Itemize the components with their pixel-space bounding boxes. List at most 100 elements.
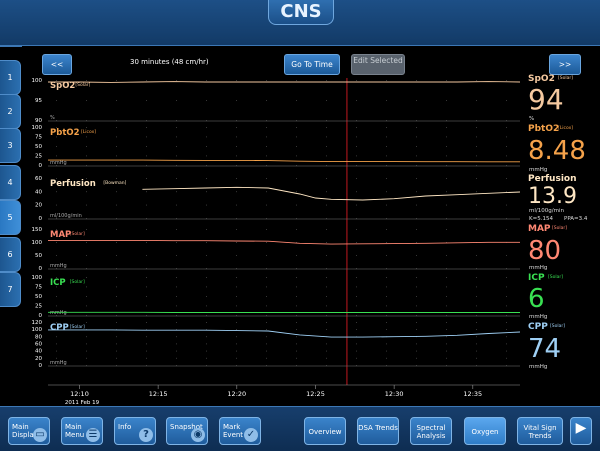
main-display-button[interactable]: Main Display ▭ <box>8 417 50 445</box>
grid-dot <box>116 336 117 337</box>
grid-dot <box>356 255 357 256</box>
grid-dot <box>386 315 387 316</box>
grid-dot <box>146 296 147 297</box>
pbto2-tag: [Licox] <box>558 126 573 131</box>
info-button[interactable]: Info ? <box>114 417 156 445</box>
grid-dot <box>386 100 387 101</box>
grid-dot <box>176 100 177 101</box>
series-tag: [Licox] <box>81 129 96 135</box>
grid-dot <box>56 296 57 297</box>
grid-dot <box>206 191 207 192</box>
grid-dot <box>116 127 117 128</box>
next-arrow-button[interactable]: ▶ <box>570 417 592 445</box>
grid-dot <box>446 156 447 157</box>
grid-dot <box>146 191 147 192</box>
grid-dot <box>146 287 147 288</box>
main-menu-button[interactable]: Main Menu ☰ <box>61 417 103 445</box>
icp-value: 6 <box>528 286 545 312</box>
grid-dot <box>266 191 267 192</box>
grid-dot <box>176 120 177 121</box>
grid-dot <box>326 358 327 359</box>
grid-dot <box>506 100 507 101</box>
grid-dot <box>56 351 57 352</box>
time-tick-label: 12:10 <box>70 390 89 398</box>
grid-dot <box>116 268 117 269</box>
grid-dot <box>326 255 327 256</box>
grid-dot <box>266 336 267 337</box>
grid-dot <box>326 365 327 366</box>
grid-dot <box>356 296 357 297</box>
grid-dot <box>446 277 447 278</box>
grid-dot <box>356 191 357 192</box>
y-tick-label: 0 <box>39 363 43 369</box>
grid-dot <box>86 322 87 323</box>
grid-dot <box>266 329 267 330</box>
series-unit: mmHg <box>50 310 67 316</box>
grid-dot <box>326 351 327 352</box>
grid-dot <box>176 218 177 219</box>
grid-dot <box>356 80 357 81</box>
y-tick-label: 120 <box>32 320 43 326</box>
main-menu-label: Main Menu <box>65 423 84 439</box>
grid-dot <box>206 344 207 345</box>
grid-dot <box>176 165 177 166</box>
grid-dot <box>116 344 117 345</box>
grid-dot <box>476 205 477 206</box>
spectral-analysis-button[interactable]: Spectral Analysis <box>410 417 452 445</box>
grid-dot <box>506 287 507 288</box>
grid-dot <box>446 165 447 166</box>
grid-dot <box>386 268 387 269</box>
grid-dot <box>236 336 237 337</box>
grid-dot <box>506 80 507 81</box>
grid-dot <box>86 218 87 219</box>
perfusion-value: 13.9 <box>528 186 577 208</box>
y-tick-label: 0 <box>39 313 43 319</box>
grid-dot <box>476 351 477 352</box>
grid-dot <box>326 100 327 101</box>
grid-dot <box>86 137 87 138</box>
grid-dot <box>506 336 507 337</box>
grid-dot <box>416 218 417 219</box>
grid-dot <box>386 165 387 166</box>
grid-dot <box>356 137 357 138</box>
grid-dot <box>86 287 87 288</box>
grid-dot <box>476 315 477 316</box>
grid-dot <box>116 351 117 352</box>
grid-dot <box>296 268 297 269</box>
grid-dot <box>176 322 177 323</box>
mark-event-button[interactable]: Mark Event ✓ <box>219 417 261 445</box>
grid-dot <box>476 218 477 219</box>
grid-dot <box>386 287 387 288</box>
grid-dot <box>86 156 87 157</box>
grid-dot <box>266 146 267 147</box>
series-name: MAP <box>50 230 71 240</box>
grid-dot <box>56 100 57 101</box>
grid-dot <box>446 329 447 330</box>
series-line <box>48 82 520 83</box>
vital-sign-trends-button[interactable]: Vital Sign Trends <box>517 417 563 445</box>
grid-dot <box>86 255 87 256</box>
y-tick-label: 50 <box>35 253 42 259</box>
dsa-trends-button[interactable]: DSA Trends <box>357 417 399 445</box>
grid-dot <box>326 329 327 330</box>
overview-button[interactable]: Overview <box>304 417 346 445</box>
grid-dot <box>386 229 387 230</box>
snapshot-button[interactable]: Snapshot ◉ <box>166 417 208 445</box>
grid-dot <box>446 255 447 256</box>
grid-dot <box>266 277 267 278</box>
oxygen-button[interactable]: Oxygen <box>464 417 506 445</box>
grid-dot <box>476 344 477 345</box>
cpp-tag: [Solar] <box>550 324 565 329</box>
grid-dot <box>176 137 177 138</box>
grid-dot <box>56 156 57 157</box>
grid-dot <box>236 137 237 138</box>
grid-dot <box>476 336 477 337</box>
grid-dot <box>176 315 177 316</box>
grid-dot <box>446 336 447 337</box>
series-unit: mmHg <box>50 360 67 366</box>
info-label: Info <box>118 423 131 431</box>
grid-dot <box>296 306 297 307</box>
grid-dot <box>236 156 237 157</box>
grid-dot <box>386 178 387 179</box>
grid-dot <box>146 358 147 359</box>
